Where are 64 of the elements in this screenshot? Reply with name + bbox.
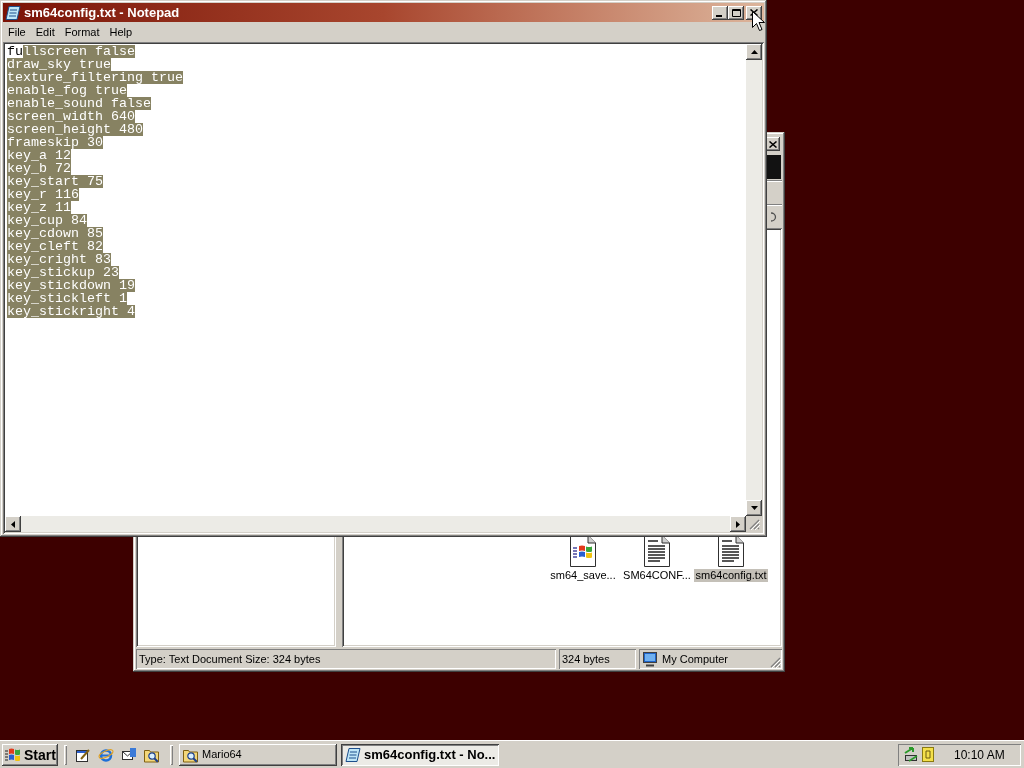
editor-text: key_r 116 <box>7 188 79 201</box>
editor-text: frameskip 30 <box>7 136 103 149</box>
maximize-button[interactable] <box>728 5 744 20</box>
editor-text: screen_width 640 <box>7 110 135 123</box>
editor-text: key_stickup 23 <box>7 266 119 279</box>
editor-text: screen_height 480 <box>7 123 143 136</box>
editor-text: key_cright 83 <box>7 253 111 266</box>
menu-item[interactable]: Edit <box>30 26 60 38</box>
scroll-right-button[interactable] <box>730 516 746 532</box>
editor-text: key_stickleft 1 <box>7 292 127 305</box>
menu-item[interactable]: Format <box>59 26 105 38</box>
mail-icon[interactable] <box>121 746 137 763</box>
editor-text: fu <box>7 45 23 58</box>
down-arrow-icon <box>750 506 758 510</box>
editor-text: key_stickdown 19 <box>7 279 135 292</box>
editor-text: key_stickright 4 <box>7 305 135 318</box>
arc-icon <box>770 211 777 222</box>
menu-item[interactable]: File <box>3 26 31 38</box>
editor-text: enable_fog true <box>7 84 127 97</box>
editor-text: draw_sky true <box>7 58 111 71</box>
resize-grip-icon <box>770 657 781 668</box>
resize-grip-icon <box>749 519 760 530</box>
maximize-icon <box>731 8 741 17</box>
notepad-icon <box>5 4 21 21</box>
editor-text: key_a 12 <box>7 149 71 162</box>
status-text: My Computer <box>662 653 729 665</box>
scroll-left-button[interactable] <box>5 516 21 532</box>
editor-text: key_cdown 85 <box>7 227 103 240</box>
minimize-button[interactable] <box>712 5 728 20</box>
editor-text: texture_filtering true <box>7 71 183 84</box>
browser-icon[interactable] <box>98 746 114 763</box>
task-button[interactable]: Mario64 <box>179 743 337 766</box>
computer-icon <box>642 651 658 667</box>
clock[interactable]: 10:10 AM <box>954 748 1005 761</box>
minimize-icon <box>716 14 722 17</box>
editor-text: llscreen false <box>23 45 135 58</box>
menu-item[interactable]: Help <box>104 26 138 38</box>
flag-icon <box>5 747 22 762</box>
notepad-icon <box>345 746 361 763</box>
editor-text: key_cup 84 <box>7 214 87 227</box>
status-text: Type: Text Document Size: 324 bytes <box>139 653 321 665</box>
start-button[interactable]: Start <box>2 743 58 766</box>
file-name[interactable]: SM64CONF... <box>621 569 693 582</box>
logo-panel <box>767 155 781 179</box>
editor-text: key_start 75 <box>7 175 103 188</box>
close-icon <box>750 9 758 16</box>
window-title: sm64config.txt - Notepad <box>24 6 180 19</box>
editor-text: enable_sound false <box>7 97 151 110</box>
scroll-down-button[interactable] <box>746 500 762 516</box>
status-text: 324 bytes <box>562 653 610 665</box>
text-area[interactable] <box>5 44 746 516</box>
file-name[interactable]: sm64config.txt <box>693 569 769 582</box>
editor-text: key_z 11 <box>7 201 71 214</box>
close-icon <box>769 140 777 148</box>
editor-text: key_cleft 82 <box>7 240 103 253</box>
cursor-icon <box>752 11 765 32</box>
task-button[interactable]: sm64config.txt - No... <box>341 743 499 766</box>
left-arrow-icon <box>11 520 15 528</box>
network-icon[interactable] <box>903 746 919 763</box>
right-arrow-icon <box>736 520 740 528</box>
editor-text: key_b 72 <box>7 162 71 175</box>
up-arrow-icon <box>750 50 758 54</box>
scroll-up-button[interactable] <box>746 44 762 60</box>
file-name[interactable]: sm64_save... <box>548 569 618 582</box>
